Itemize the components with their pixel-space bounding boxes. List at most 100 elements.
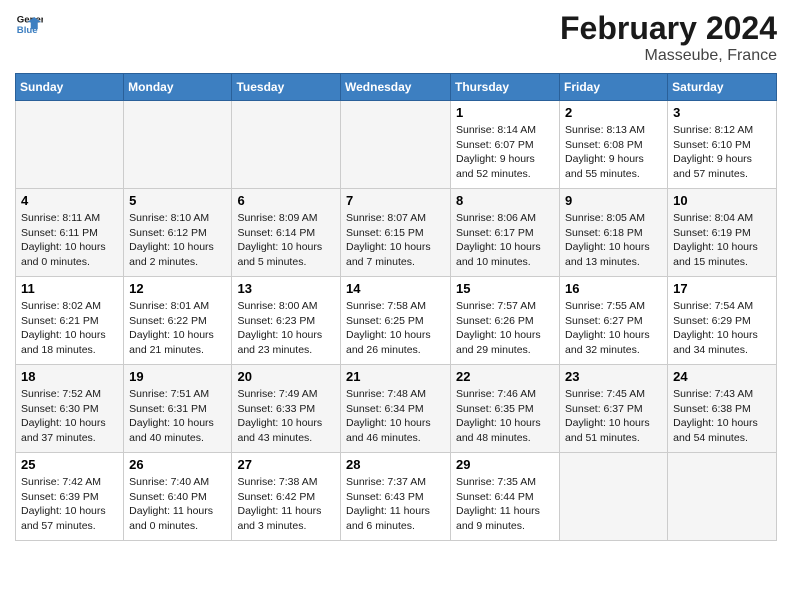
calendar-cell: 8 Sunrise: 8:06 AMSunset: 6:17 PMDaylight… bbox=[451, 189, 560, 277]
calendar-cell: 1 Sunrise: 8:14 AMSunset: 6:07 PMDaylight… bbox=[451, 101, 560, 189]
location: Masseube, France bbox=[560, 47, 777, 65]
calendar-cell: 27 Sunrise: 7:38 AMSunset: 6:42 PMDayligh… bbox=[232, 453, 341, 541]
day-number: 26 bbox=[129, 457, 226, 472]
day-number: 10 bbox=[673, 193, 771, 208]
day-info: Sunrise: 7:38 AMSunset: 6:42 PMDaylight:… bbox=[237, 475, 335, 534]
day-number: 11 bbox=[21, 281, 118, 296]
day-info: Sunrise: 7:42 AMSunset: 6:39 PMDaylight:… bbox=[21, 475, 118, 534]
week-row-3: 18Sunrise: 7:52 AMSunset: 6:30 PMDayligh… bbox=[16, 365, 777, 453]
calendar-cell: 16 Sunrise: 7:55 AMSunset: 6:27 PMDayligh… bbox=[560, 277, 668, 365]
day-number: 6 bbox=[237, 193, 335, 208]
day-number: 16 bbox=[565, 281, 662, 296]
day-number: 23 bbox=[565, 369, 662, 384]
calendar-body: 1 Sunrise: 8:14 AMSunset: 6:07 PMDaylight… bbox=[16, 101, 777, 541]
week-row-1: 4 Sunrise: 8:11 AMSunset: 6:11 PMDaylight… bbox=[16, 189, 777, 277]
day-number: 9 bbox=[565, 193, 662, 208]
day-info: Sunrise: 7:58 AMSunset: 6:25 PMDaylight:… bbox=[346, 299, 445, 358]
day-info: Sunrise: 7:43 AMSunset: 6:38 PMDaylight:… bbox=[673, 387, 771, 446]
day-number: 13 bbox=[237, 281, 335, 296]
calendar-cell bbox=[232, 101, 341, 189]
title-area: February 2024 Masseube, France bbox=[560, 10, 777, 65]
calendar-cell bbox=[341, 101, 451, 189]
day-number: 18 bbox=[21, 369, 118, 384]
calendar-cell: 26 Sunrise: 7:40 AMSunset: 6:40 PMDayligh… bbox=[124, 453, 232, 541]
calendar-cell: 23 Sunrise: 7:45 AMSunset: 6:37 PMDayligh… bbox=[560, 365, 668, 453]
calendar-cell: 7 Sunrise: 8:07 AMSunset: 6:15 PMDaylight… bbox=[341, 189, 451, 277]
day-number: 14 bbox=[346, 281, 445, 296]
calendar-cell: 3Sunrise: 8:12 AMSunset: 6:10 PMDaylight… bbox=[668, 101, 777, 189]
calendar-cell bbox=[560, 453, 668, 541]
calendar-cell bbox=[668, 453, 777, 541]
calendar-cell: 9 Sunrise: 8:05 AMSunset: 6:18 PMDaylight… bbox=[560, 189, 668, 277]
calendar-cell bbox=[16, 101, 124, 189]
calendar-cell: 20Sunrise: 7:49 AMSunset: 6:33 PMDayligh… bbox=[232, 365, 341, 453]
calendar-cell: 29 Sunrise: 7:35 AMSunset: 6:44 PMDayligh… bbox=[451, 453, 560, 541]
day-info: Sunrise: 8:05 AMSunset: 6:18 PMDaylight:… bbox=[565, 211, 662, 270]
day-number: 5 bbox=[129, 193, 226, 208]
day-info: Sunrise: 7:54 AMSunset: 6:29 PMDaylight:… bbox=[673, 299, 771, 358]
calendar-cell bbox=[124, 101, 232, 189]
day-info: Sunrise: 7:57 AMSunset: 6:26 PMDaylight:… bbox=[456, 299, 554, 358]
logo: General Blue bbox=[15, 10, 43, 38]
day-info: Sunrise: 7:55 AMSunset: 6:27 PMDaylight:… bbox=[565, 299, 662, 358]
calendar-cell: 22Sunrise: 7:46 AMSunset: 6:35 PMDayligh… bbox=[451, 365, 560, 453]
day-number: 17 bbox=[673, 281, 771, 296]
header-cell-thursday: Thursday bbox=[451, 74, 560, 101]
header-row: SundayMondayTuesdayWednesdayThursdayFrid… bbox=[16, 74, 777, 101]
day-number: 21 bbox=[346, 369, 445, 384]
day-info: Sunrise: 7:45 AMSunset: 6:37 PMDaylight:… bbox=[565, 387, 662, 446]
day-info: Sunrise: 8:01 AMSunset: 6:22 PMDaylight:… bbox=[129, 299, 226, 358]
day-number: 4 bbox=[21, 193, 118, 208]
calendar-cell: 18Sunrise: 7:52 AMSunset: 6:30 PMDayligh… bbox=[16, 365, 124, 453]
svg-text:General: General bbox=[17, 14, 43, 25]
day-number: 8 bbox=[456, 193, 554, 208]
month-title: February 2024 bbox=[560, 10, 777, 47]
day-number: 2 bbox=[565, 105, 662, 120]
day-info: Sunrise: 8:10 AMSunset: 6:12 PMDaylight:… bbox=[129, 211, 226, 270]
calendar-cell: 12Sunrise: 8:01 AMSunset: 6:22 PMDayligh… bbox=[124, 277, 232, 365]
day-number: 1 bbox=[456, 105, 554, 120]
calendar-cell: 13 Sunrise: 8:00 AMSunset: 6:23 PMDayligh… bbox=[232, 277, 341, 365]
calendar-header: SundayMondayTuesdayWednesdayThursdayFrid… bbox=[16, 74, 777, 101]
calendar-cell: 25Sunrise: 7:42 AMSunset: 6:39 PMDayligh… bbox=[16, 453, 124, 541]
week-row-0: 1 Sunrise: 8:14 AMSunset: 6:07 PMDaylight… bbox=[16, 101, 777, 189]
calendar-cell: 19Sunrise: 7:51 AMSunset: 6:31 PMDayligh… bbox=[124, 365, 232, 453]
day-info: Sunrise: 8:07 AMSunset: 6:15 PMDaylight:… bbox=[346, 211, 445, 270]
day-info: Sunrise: 8:09 AMSunset: 6:14 PMDaylight:… bbox=[237, 211, 335, 270]
page-header: General Blue February 2024 Masseube, Fra… bbox=[15, 10, 777, 65]
calendar-cell: 11 Sunrise: 8:02 AMSunset: 6:21 PMDayligh… bbox=[16, 277, 124, 365]
calendar-cell: 15 Sunrise: 7:57 AMSunset: 6:26 PMDayligh… bbox=[451, 277, 560, 365]
calendar-cell: 14 Sunrise: 7:58 AMSunset: 6:25 PMDayligh… bbox=[341, 277, 451, 365]
header-cell-wednesday: Wednesday bbox=[341, 74, 451, 101]
day-info: Sunrise: 8:11 AMSunset: 6:11 PMDaylight:… bbox=[21, 211, 118, 270]
day-number: 15 bbox=[456, 281, 554, 296]
week-row-4: 25Sunrise: 7:42 AMSunset: 6:39 PMDayligh… bbox=[16, 453, 777, 541]
header-cell-friday: Friday bbox=[560, 74, 668, 101]
calendar-cell: 2Sunrise: 8:13 AMSunset: 6:08 PMDaylight… bbox=[560, 101, 668, 189]
day-number: 20 bbox=[237, 369, 335, 384]
calendar-cell: 28 Sunrise: 7:37 AMSunset: 6:43 PMDayligh… bbox=[341, 453, 451, 541]
day-info: Sunrise: 7:37 AMSunset: 6:43 PMDaylight:… bbox=[346, 475, 445, 534]
day-info: Sunrise: 8:14 AMSunset: 6:07 PMDaylight:… bbox=[456, 123, 554, 182]
header-cell-monday: Monday bbox=[124, 74, 232, 101]
day-info: Sunrise: 8:02 AMSunset: 6:21 PMDaylight:… bbox=[21, 299, 118, 358]
day-number: 22 bbox=[456, 369, 554, 384]
day-number: 29 bbox=[456, 457, 554, 472]
header-cell-tuesday: Tuesday bbox=[232, 74, 341, 101]
day-info: Sunrise: 8:00 AMSunset: 6:23 PMDaylight:… bbox=[237, 299, 335, 358]
logo-icon: General Blue bbox=[15, 10, 43, 38]
day-info: Sunrise: 7:40 AMSunset: 6:40 PMDaylight:… bbox=[129, 475, 226, 534]
day-number: 28 bbox=[346, 457, 445, 472]
calendar-cell: 6 Sunrise: 8:09 AMSunset: 6:14 PMDaylight… bbox=[232, 189, 341, 277]
day-info: Sunrise: 8:06 AMSunset: 6:17 PMDaylight:… bbox=[456, 211, 554, 270]
day-info: Sunrise: 8:04 AMSunset: 6:19 PMDaylight:… bbox=[673, 211, 771, 270]
calendar-cell: 10 Sunrise: 8:04 AMSunset: 6:19 PMDayligh… bbox=[668, 189, 777, 277]
day-info: Sunrise: 7:48 AMSunset: 6:34 PMDaylight:… bbox=[346, 387, 445, 446]
day-number: 7 bbox=[346, 193, 445, 208]
calendar-cell: 24 Sunrise: 7:43 AMSunset: 6:38 PMDayligh… bbox=[668, 365, 777, 453]
day-info: Sunrise: 7:35 AMSunset: 6:44 PMDaylight:… bbox=[456, 475, 554, 534]
day-number: 3 bbox=[673, 105, 771, 120]
day-number: 27 bbox=[237, 457, 335, 472]
header-cell-saturday: Saturday bbox=[668, 74, 777, 101]
day-number: 24 bbox=[673, 369, 771, 384]
